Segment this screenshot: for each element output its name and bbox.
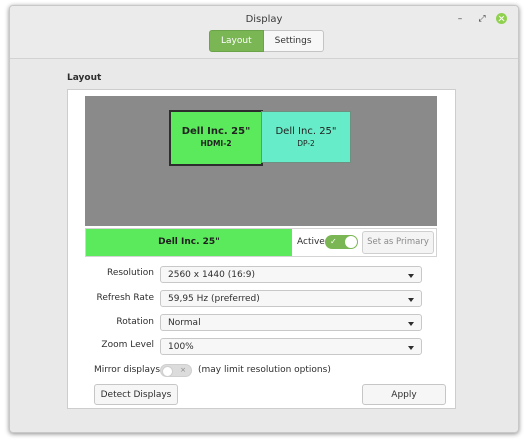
monitor-name: Dell Inc. 25"	[181, 126, 251, 137]
maximize-icon[interactable]: ⤢	[476, 13, 488, 25]
layout-panel: Dell Inc. 25" HDMI-2 Dell Inc. 25" DP-2 …	[67, 89, 456, 409]
resolution-label: Resolution	[106, 268, 154, 278]
mirror-displays-note: (may limit resolution options)	[198, 365, 331, 375]
close-icon-circle[interactable]	[496, 13, 507, 24]
chevron-down-icon	[408, 274, 414, 278]
active-toggle[interactable]: ✓	[325, 235, 358, 249]
tab-layout[interactable]: Layout	[209, 30, 264, 52]
zoom-level-value: 100%	[168, 342, 194, 352]
close-icon[interactable]	[496, 13, 508, 25]
monitor-tile-dp-2[interactable]: Dell Inc. 25" DP-2	[261, 111, 351, 163]
titlebar: Display – ⤢ Layout Settings	[10, 6, 518, 59]
selected-monitor-bar: Dell Inc. 25" Active ✓ Set as Primary	[85, 228, 437, 257]
monitor-port: DP-2	[297, 139, 315, 148]
tab-bar: Layout Settings	[209, 30, 324, 52]
rotation-label: Rotation	[116, 317, 154, 327]
refresh-rate-select[interactable]: 59,95 Hz (preferred)	[160, 290, 422, 307]
mirror-displays-label: Mirror displays	[94, 365, 161, 375]
chevron-down-icon	[408, 346, 414, 350]
resolution-select[interactable]: 2560 x 1440 (16:9)	[160, 266, 422, 283]
monitor-tile-hdmi-2[interactable]: Dell Inc. 25" HDMI-2	[169, 110, 263, 166]
rotation-value: Normal	[168, 318, 201, 328]
active-label: Active	[297, 237, 325, 247]
minimize-icon[interactable]: –	[454, 13, 466, 25]
check-icon: ✓	[330, 237, 337, 246]
monitor-arrangement-canvas[interactable]: Dell Inc. 25" HDMI-2 Dell Inc. 25" DP-2	[85, 96, 437, 226]
rotation-select[interactable]: Normal	[160, 314, 422, 331]
chevron-down-icon	[408, 322, 414, 326]
tab-settings[interactable]: Settings	[263, 30, 324, 52]
toggle-knob	[345, 236, 357, 248]
zoom-level-select[interactable]: 100%	[160, 338, 422, 355]
layout-section-title: Layout	[67, 73, 102, 83]
resolution-value: 2560 x 1440 (16:9)	[168, 270, 255, 280]
monitor-name: Dell Inc. 25"	[275, 126, 337, 137]
monitor-port: HDMI-2	[200, 139, 232, 148]
selected-monitor-name: Dell Inc. 25"	[86, 229, 292, 256]
x-icon: ×	[180, 366, 186, 374]
display-window: Display – ⤢ Layout Settings Layout Dell …	[9, 5, 519, 433]
window-title: Display	[245, 14, 283, 25]
apply-button[interactable]: Apply	[362, 384, 446, 405]
mirror-displays-toggle[interactable]: ×	[160, 364, 192, 377]
refresh-rate-value: 59,95 Hz (preferred)	[168, 294, 260, 304]
toggle-knob	[162, 366, 173, 377]
detect-displays-button[interactable]: Detect Displays	[94, 384, 178, 405]
set-as-primary-button[interactable]: Set as Primary	[362, 231, 434, 254]
zoom-level-label: Zoom Level	[101, 340, 154, 350]
refresh-rate-label: Refresh Rate	[96, 293, 155, 303]
chevron-down-icon	[408, 298, 414, 302]
